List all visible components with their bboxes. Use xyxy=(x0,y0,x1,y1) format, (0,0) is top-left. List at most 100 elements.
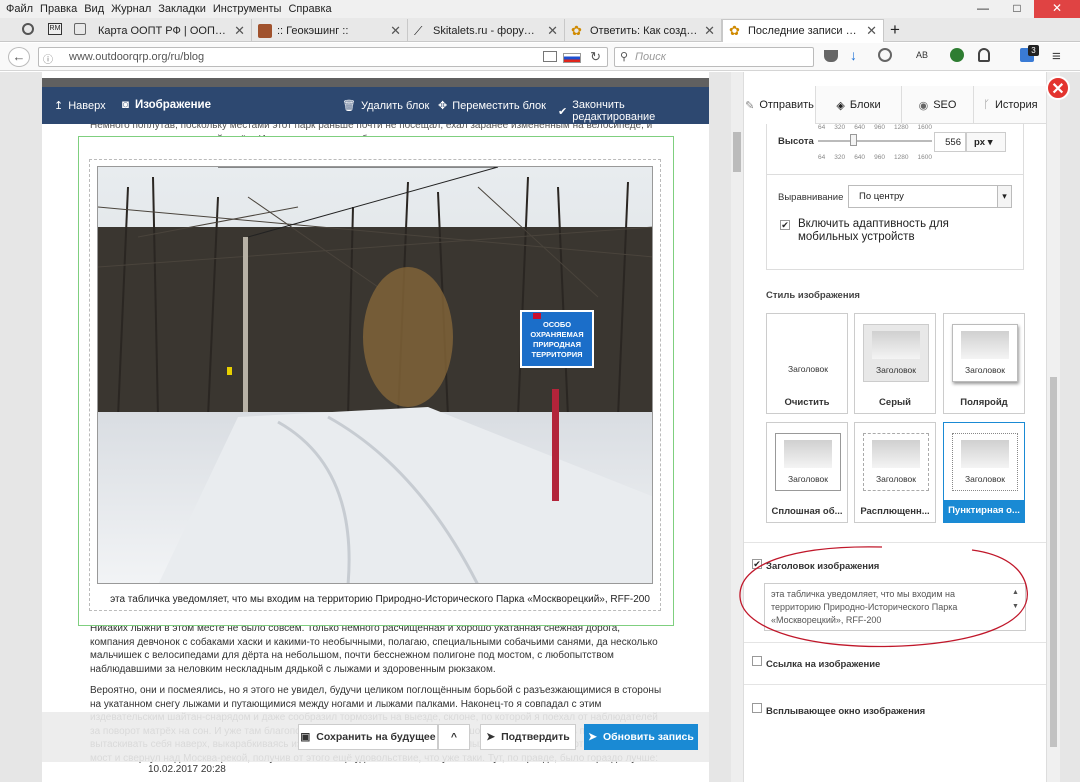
extension-icon[interactable] xyxy=(950,48,964,62)
style-label: Расплющенн... xyxy=(860,506,930,517)
link-checkbox[interactable] xyxy=(752,656,762,666)
update-post-button[interactable]: ➤ Обновить запись xyxy=(584,724,698,750)
menu-bookmarks[interactable]: Закладки xyxy=(158,3,206,15)
style-card-solid[interactable]: Заголовок Сплошная об... xyxy=(766,422,848,523)
chevron-up-button[interactable]: ^ xyxy=(438,724,470,750)
tab-label: Блоки xyxy=(849,99,881,111)
height-input[interactable]: 556 xyxy=(934,132,966,152)
reload-icon[interactable]: ↻ xyxy=(590,49,601,65)
move-label: Переместить блок xyxy=(452,99,546,112)
image-block-label: ◙ Изображение xyxy=(122,99,211,111)
globe-icon[interactable] xyxy=(878,48,892,62)
download-icon[interactable]: ↓ xyxy=(850,47,857,63)
up-button[interactable]: ↥ Наверх xyxy=(54,99,106,113)
finish-editing-button[interactable]: ✔ Закончить редактирование xyxy=(558,99,709,123)
menu-view[interactable]: Вид xyxy=(84,3,104,15)
minimize-button[interactable]: — xyxy=(966,0,1000,18)
scroll-thumb[interactable] xyxy=(733,132,741,172)
hamburger-menu-icon[interactable]: ≡ xyxy=(1052,48,1061,65)
thumb-gradient xyxy=(961,331,1009,359)
chevron-down-icon[interactable]: ▾ xyxy=(997,186,1011,207)
tab-label: SEO xyxy=(933,99,957,111)
back-icon[interactable]: ← xyxy=(8,47,30,67)
menu-bar: Файл Правка Вид Журнал Закладки Инструме… xyxy=(0,0,1080,18)
menu-help[interactable]: Справка xyxy=(288,3,331,15)
annotation-ellipse xyxy=(739,546,1028,648)
style-card-flattened[interactable]: Заголовок Расплющенн... xyxy=(854,422,936,523)
unit-select[interactable]: px ▾ xyxy=(966,132,1006,152)
tab-geocaching[interactable]: :: Геокэшинг :: ✕ xyxy=(252,19,408,42)
maximize-button[interactable]: □ xyxy=(1000,0,1034,18)
delete-label: Удалить блок xyxy=(360,99,430,112)
tab-seo[interactable]: ◉ SEO xyxy=(902,86,974,124)
panel-scrollbar[interactable] xyxy=(1046,72,1060,782)
tab-send[interactable]: ✎ Отправить xyxy=(744,86,816,124)
pocket-icon[interactable] xyxy=(824,50,838,62)
editor-toolbar: ↥ Наверх ◙ Изображение 🗑 Удалить блок ✥ Пере… xyxy=(42,87,709,124)
height-slider-handle[interactable] xyxy=(850,134,857,146)
menu-tools[interactable]: Инструменты xyxy=(213,3,282,15)
new-tab-button[interactable]: + xyxy=(890,20,900,40)
search-input[interactable]: ⚲ Поиск xyxy=(614,47,814,67)
adaptive-label: Включить адаптивность для мобильных устр… xyxy=(798,218,949,243)
card-title: Заголовок xyxy=(876,474,916,484)
tab-label: Skitalets.ru - форумы для... xyxy=(433,24,541,37)
winter-photo[interactable]: ОСОБО ОХРАНЯЕМАЯ ПРИРОДНАЯ ТЕРРИТОРИЯ xyxy=(97,166,653,584)
lock-icon[interactable] xyxy=(978,48,990,62)
reader-icon[interactable] xyxy=(543,51,557,62)
tab-history[interactable]: ᚴ История xyxy=(974,86,1047,124)
sign-line-2: ОХРАНЯЕМАЯ xyxy=(530,330,583,339)
unit-value: px xyxy=(974,137,986,148)
popup-label: Всплывающее окно изображения xyxy=(766,706,926,717)
window-close-button[interactable]: ✕ xyxy=(1034,0,1080,18)
tab-oopt-map[interactable]: Карта ООПТ РФ | ООПТ Росс... ✕ xyxy=(92,19,252,42)
style-card-polaroid[interactable]: Заголовок Поляройд xyxy=(943,313,1025,414)
close-icon[interactable]: ✕ xyxy=(390,23,401,39)
style-thumb: Заголовок xyxy=(775,433,841,491)
article-paragraph-1: Никаких лыжни в этом месте не было совсе… xyxy=(90,623,658,675)
send-icon: ➤ xyxy=(486,731,496,743)
move-block-button[interactable]: ✥ Переместить блок xyxy=(438,99,546,113)
thumb-gradient xyxy=(784,440,832,468)
close-icon[interactable]: ✕ xyxy=(704,23,715,39)
notification-badge: 3 xyxy=(1028,45,1039,56)
menu-history[interactable]: Журнал xyxy=(111,3,151,15)
style-card-dotted-selected[interactable]: Заголовок Пунктирная о... xyxy=(943,422,1025,523)
close-icon[interactable]: ✕ xyxy=(234,23,245,39)
url-bar[interactable]: ⓘ www.outdoorqrp.org/ru/blog ↻ xyxy=(38,47,608,67)
trash-icon: 🗑 xyxy=(342,100,356,112)
sync-icon[interactable] xyxy=(22,23,34,35)
tab-blocks[interactable]: ◈ Блоки xyxy=(816,86,902,124)
style-label: Серый xyxy=(879,397,911,408)
menu-file[interactable]: Файл xyxy=(6,3,33,15)
style-card-gray[interactable]: Заголовок Серый xyxy=(854,313,936,414)
tab-blog-active[interactable]: ✿ Последние записи блога... ✕ xyxy=(722,19,884,42)
scroll-thumb[interactable] xyxy=(1050,377,1057,747)
align-select[interactable]: По центру xyxy=(848,185,1012,208)
style-card-clear[interactable]: Заголовок Очистить xyxy=(766,313,848,414)
popup-checkbox[interactable] xyxy=(752,703,762,713)
delete-block-button[interactable]: 🗑 Удалить блок xyxy=(342,99,430,113)
close-panel-button[interactable]: ✕ xyxy=(1046,76,1070,100)
menu-edit[interactable]: Правка xyxy=(40,3,77,15)
tab-group-icon[interactable] xyxy=(74,23,86,35)
tab-skitalets[interactable]: ⟋ Skitalets.ru - форумы для... ✕ xyxy=(408,19,565,42)
style-label: Сплошная об... xyxy=(771,506,843,517)
rm-icon[interactable]: RM xyxy=(48,23,62,35)
info-icon[interactable]: ⓘ xyxy=(43,51,53,66)
style-heading: Стиль изображения xyxy=(766,290,860,301)
align-value: По центру xyxy=(859,191,904,202)
card-title: Заголовок xyxy=(788,364,828,374)
save-later-button[interactable]: ▣ Сохранить на будущее xyxy=(298,724,438,750)
content-scrollbar[interactable] xyxy=(731,72,743,782)
tab-reply[interactable]: ✿ Ответить: Как создавать ... ✕ xyxy=(565,19,722,42)
height-slider-track[interactable] xyxy=(818,140,932,142)
adaptive-checkbox[interactable]: ✔ xyxy=(780,220,790,230)
close-icon[interactable]: ✕ xyxy=(866,23,877,39)
confirm-button[interactable]: ➤ Подтвердить xyxy=(480,724,576,750)
close-icon[interactable]: ✕ xyxy=(547,23,558,39)
tab-label: Отправить xyxy=(759,99,814,111)
link-label: Ссылка на изображение xyxy=(766,659,881,670)
image-caption: эта табличка уведомляет, что мы входим н… xyxy=(110,594,650,605)
translate-icon[interactable]: AB xyxy=(916,50,928,60)
